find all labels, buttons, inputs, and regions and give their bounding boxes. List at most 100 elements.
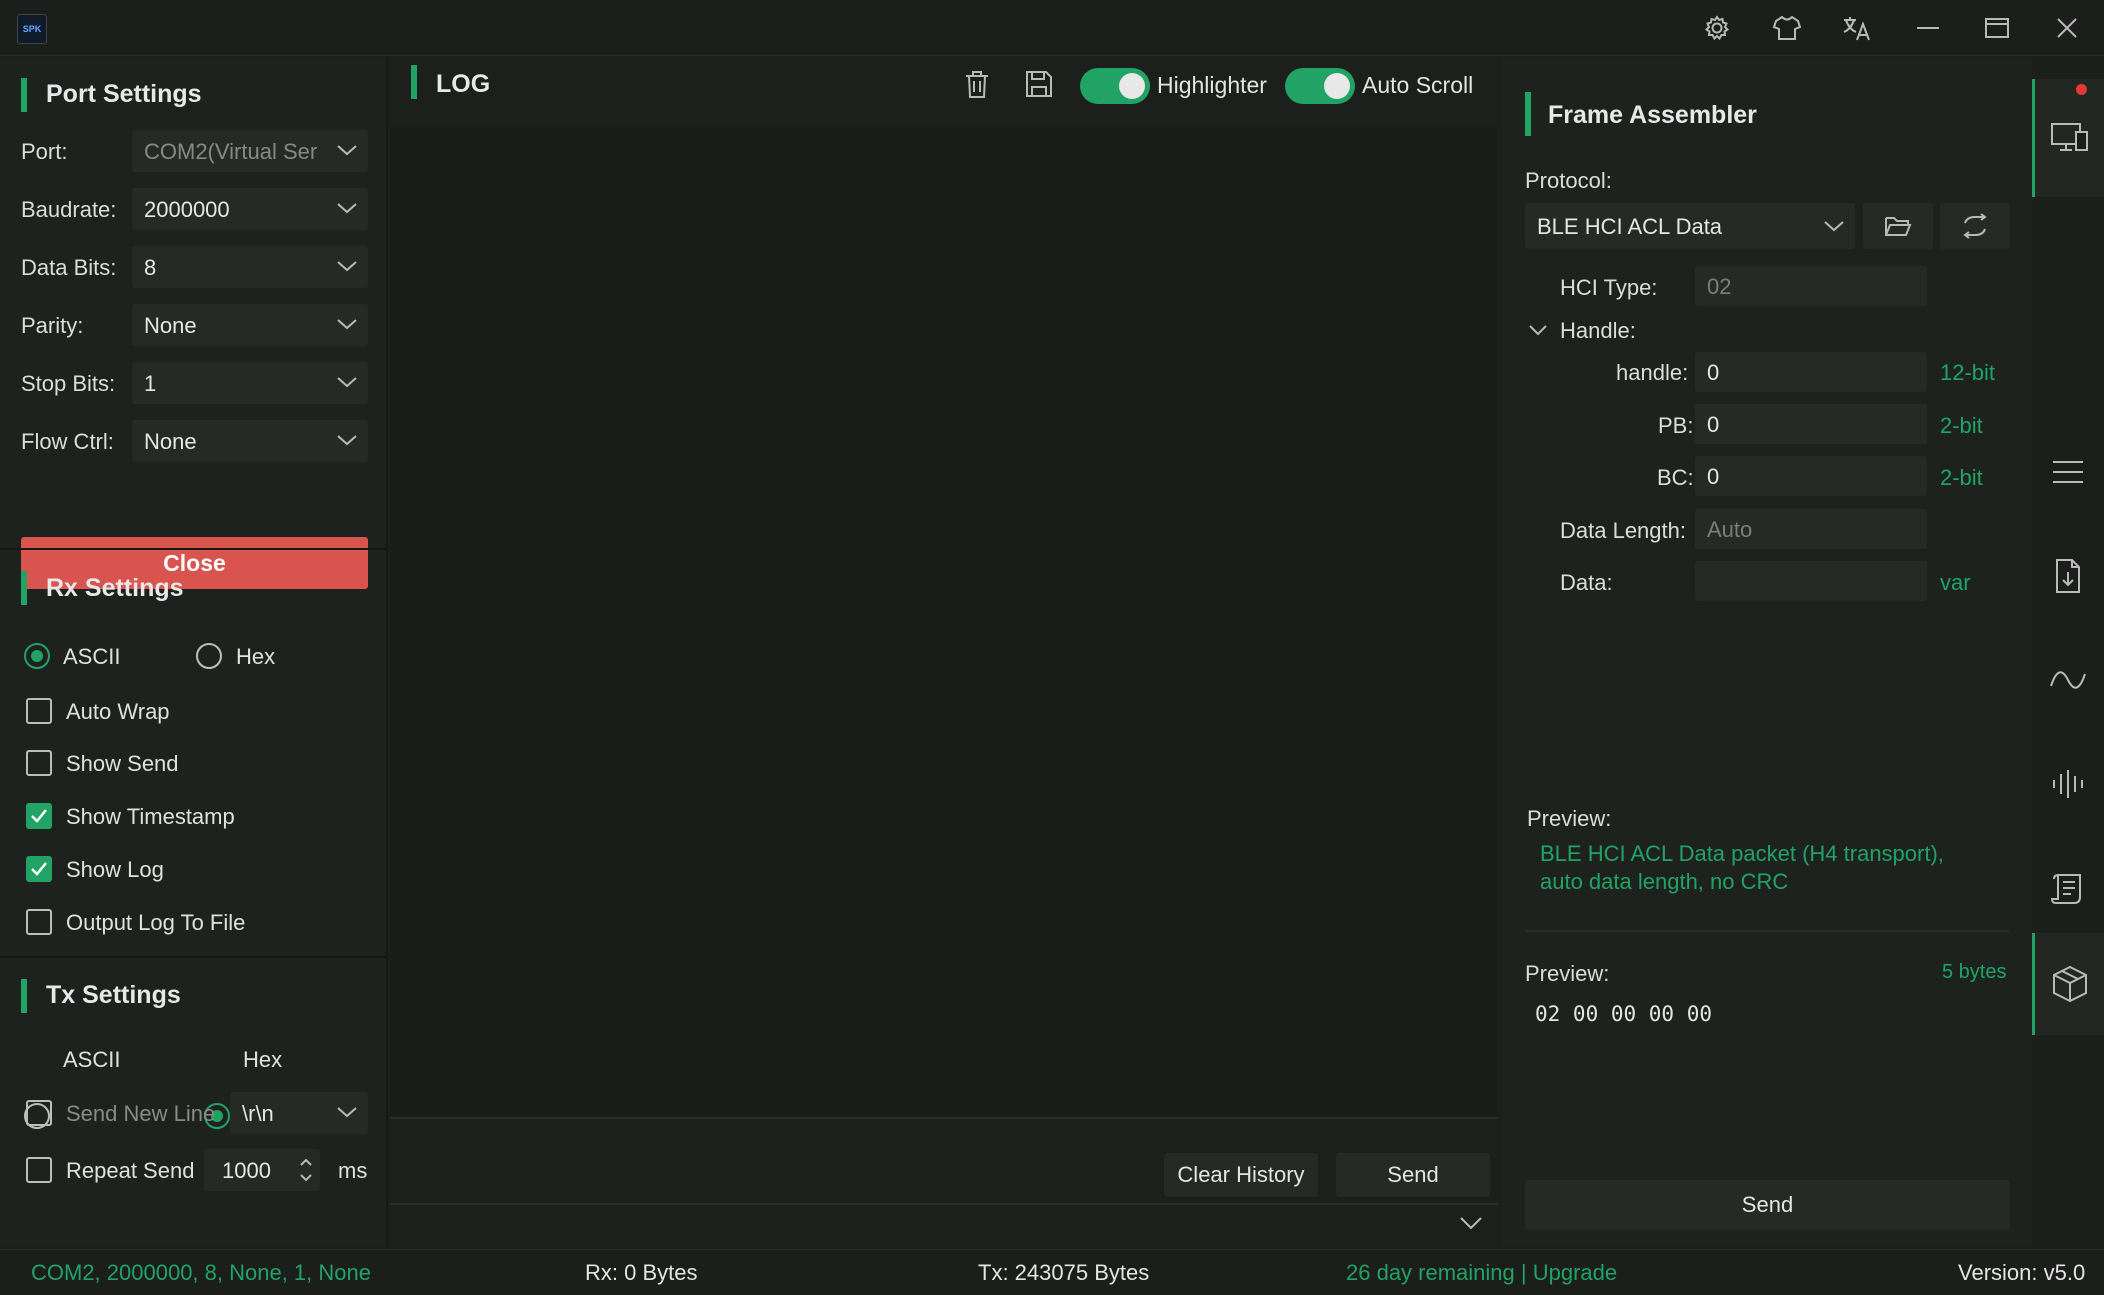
protocol-label: Protocol:	[1525, 168, 1612, 193]
rail-item-devices[interactable]	[2032, 79, 2104, 197]
highlighter-toggle[interactable]	[1080, 68, 1150, 104]
port-value: COM2(Virtual Ser	[144, 139, 318, 164]
repeat-interval-spinbox[interactable]: 1000	[204, 1149, 320, 1191]
save-icon[interactable]	[1022, 67, 1058, 103]
stop-bits-value: 1	[144, 371, 157, 396]
stepper-arrows-icon[interactable]	[298, 1155, 314, 1185]
minimize-icon[interactable]	[1906, 8, 1950, 48]
send-new-line-label: Send New Line	[66, 1101, 216, 1126]
repeat-send-checkbox[interactable]	[26, 1157, 52, 1183]
tx-count[interactable]: Tx: 243075 Bytes	[978, 1260, 1149, 1286]
trash-icon[interactable]	[960, 67, 996, 103]
rx-hex-radio[interactable]	[196, 643, 222, 669]
port-settings-title: Port Settings	[46, 80, 202, 108]
data-length-input[interactable]: Auto	[1695, 509, 1927, 549]
rx-hex-label: Hex	[236, 644, 276, 669]
log-title: LOG	[436, 70, 491, 98]
rx-ascii-radio[interactable]	[24, 643, 50, 669]
package-icon	[2052, 965, 2087, 1003]
section-accent	[1525, 92, 1531, 136]
chevron-down-icon	[337, 435, 357, 446]
parity-select[interactable]: None	[132, 304, 368, 346]
auto-scroll-toggle[interactable]	[1285, 68, 1355, 104]
show-timestamp-label: Show Timestamp	[66, 804, 235, 829]
pb-input[interactable]: 0	[1695, 404, 1927, 444]
tx-settings-title: Tx Settings	[46, 981, 181, 1009]
rx-count: Rx: 0 Bytes	[585, 1260, 698, 1285]
bc-input[interactable]: 0	[1695, 456, 1927, 496]
hci-type-value: 02	[1707, 274, 1732, 299]
translate-icon[interactable]	[1835, 8, 1879, 48]
gear-icon[interactable]	[1695, 8, 1739, 48]
history-divider	[390, 1203, 1498, 1205]
shirt-icon[interactable]	[1765, 8, 1809, 48]
section-divider	[0, 548, 386, 550]
port-select[interactable]: COM2(Virtual Ser	[132, 130, 368, 172]
bc-unit: 2-bit	[1940, 465, 1983, 490]
protocol-select[interactable]: BLE HCI ACL Data	[1525, 203, 1855, 249]
parity-label: Parity:	[21, 313, 84, 338]
preview-label: Preview:	[1527, 806, 1612, 831]
newline-select[interactable]: \r\n	[230, 1092, 368, 1134]
folder-open-icon[interactable]	[1863, 203, 1933, 249]
data-label: Data:	[1560, 570, 1613, 595]
rail-item-frame-assembler[interactable]	[2032, 933, 2104, 1035]
output-log-to-file-checkbox[interactable]	[26, 909, 52, 935]
protocol-value: BLE HCI ACL Data	[1537, 214, 1723, 239]
show-send-checkbox[interactable]	[26, 750, 52, 776]
show-timestamp-checkbox[interactable]	[26, 803, 52, 829]
bytes-count: 5 bytes	[1942, 961, 2007, 983]
handle-label: handle:	[1616, 360, 1689, 385]
chevron-down-icon	[1824, 221, 1844, 232]
section-accent	[21, 78, 27, 112]
send-input-area[interactable]	[390, 1121, 1498, 1261]
app-logo: SPK	[17, 14, 47, 44]
file-download-icon[interactable]	[2032, 541, 2104, 611]
log-output-area[interactable]	[390, 127, 1498, 1119]
data-bits-select[interactable]: 8	[132, 246, 368, 288]
handle-input[interactable]: 0	[1695, 352, 1927, 392]
send-new-line-checkbox[interactable]	[26, 1100, 52, 1126]
data-input[interactable]	[1695, 561, 1927, 601]
frame-send-button[interactable]: Send	[1525, 1180, 2010, 1230]
chevron-down-icon[interactable]	[1528, 322, 1548, 338]
close-icon[interactable]	[2045, 8, 2089, 48]
preview-divider	[1525, 930, 2010, 932]
auto-wrap-checkbox[interactable]	[26, 698, 52, 724]
data-unit: var	[1940, 570, 1971, 595]
show-log-label: Show Log	[66, 857, 164, 882]
refresh-icon[interactable]	[1940, 203, 2010, 249]
left-panel: Port Settings Port: COM2(Virtual Ser Bau…	[0, 57, 388, 1247]
maximize-icon[interactable]	[1975, 8, 2019, 48]
repeat-unit-label: ms	[338, 1158, 368, 1183]
license-upgrade-link[interactable]: 26 day remaining | Upgrade	[1346, 1260, 1617, 1286]
baudrate-select[interactable]: 2000000	[132, 188, 368, 230]
chevron-down-icon	[337, 319, 357, 330]
chevron-down-icon[interactable]	[1458, 1213, 1484, 1233]
port-label: Port:	[21, 139, 68, 164]
rx-ascii-label: ASCII	[63, 644, 121, 669]
tx-hex-label: Hex	[243, 1047, 283, 1072]
waveform-icon[interactable]	[2032, 645, 2104, 715]
audio-bars-icon[interactable]	[2032, 749, 2104, 819]
auto-scroll-label: Auto Scroll	[1362, 72, 1474, 98]
baudrate-value: 2000000	[144, 197, 230, 222]
show-log-checkbox[interactable]	[26, 856, 52, 882]
tx-ascii-label: ASCII	[63, 1047, 121, 1072]
stop-bits-select[interactable]: 1	[132, 362, 368, 404]
flow-ctrl-select[interactable]: None	[132, 420, 368, 462]
notification-dot	[2076, 84, 2087, 95]
chevron-down-icon	[337, 1107, 357, 1118]
hci-type-label: HCI Type:	[1560, 275, 1658, 300]
menu-icon[interactable]	[2032, 437, 2104, 507]
chevron-down-icon	[337, 203, 357, 214]
hci-type-input[interactable]: 02	[1695, 266, 1927, 306]
handle-unit: 12-bit	[1940, 360, 1996, 385]
rx-settings-title: Rx Settings	[46, 574, 184, 602]
script-icon[interactable]	[2032, 853, 2104, 923]
send-button[interactable]: Send	[1336, 1153, 1490, 1197]
output-log-to-file-label: Output Log To File	[66, 910, 246, 935]
show-send-label: Show Send	[66, 751, 179, 776]
clear-history-button[interactable]: Clear History	[1164, 1153, 1318, 1197]
preview-description-line-1: BLE HCI ACL Data packet (H4 transport),	[1540, 841, 1944, 866]
